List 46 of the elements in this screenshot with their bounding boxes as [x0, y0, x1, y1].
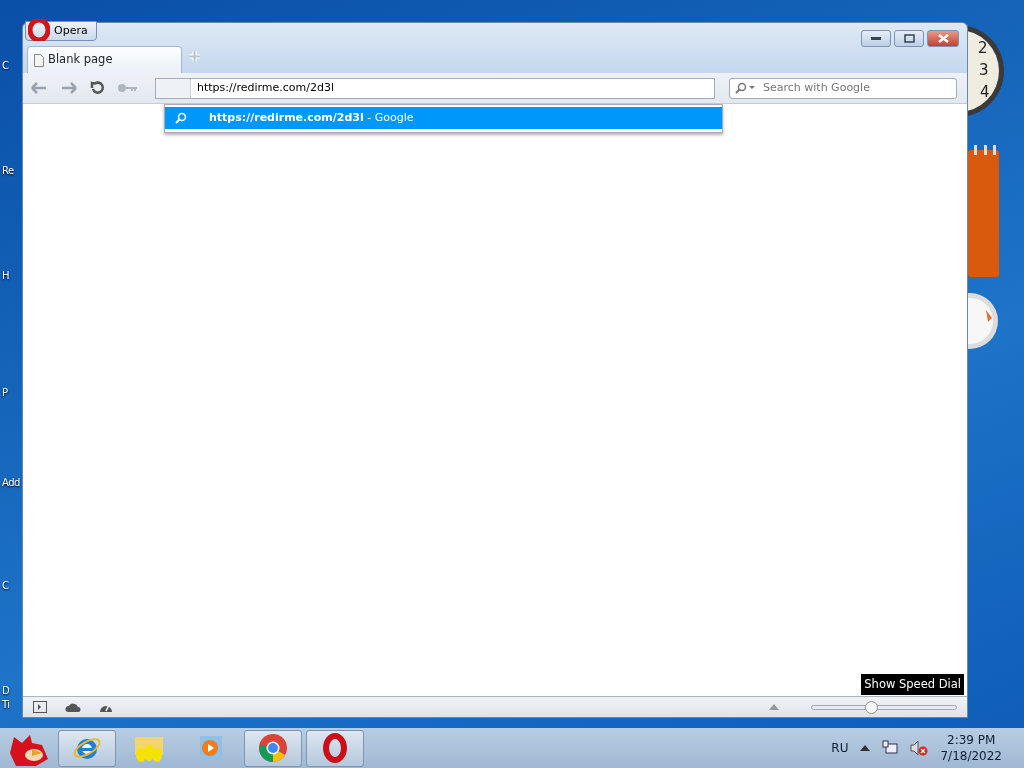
- back-icon[interactable]: [29, 81, 49, 95]
- maximize-icon: [903, 34, 915, 43]
- opera-icon: [320, 733, 350, 763]
- taskbar-app-button[interactable]: [58, 729, 116, 767]
- search-icon: [735, 82, 757, 94]
- desktop-icon-label[interactable]: H: [2, 268, 10, 283]
- forward-icon[interactable]: [59, 81, 79, 95]
- minimize-icon: [871, 36, 881, 41]
- clock-date[interactable]: 7/18/2022: [940, 748, 1002, 764]
- clock-number: 2: [978, 39, 988, 57]
- cloud-icon[interactable]: [65, 702, 81, 712]
- clock-time[interactable]: 2:39 PM: [940, 732, 1002, 748]
- browser-tab[interactable]: Blank page: [27, 46, 182, 73]
- desktop-icon-label[interactable]: C: [2, 578, 9, 593]
- up-arrow-icon[interactable]: [769, 703, 779, 710]
- language-indicator[interactable]: RU: [831, 739, 849, 757]
- desktop-icon-label[interactable]: D: [2, 683, 10, 698]
- search-icon: [175, 112, 187, 124]
- chrome-icon: [258, 733, 288, 763]
- page-icon: [34, 53, 44, 67]
- panel-toggle-icon[interactable]: [33, 701, 47, 713]
- network-icon[interactable]: [882, 740, 899, 756]
- site-info-button[interactable]: [156, 78, 191, 98]
- close-button[interactable]: [927, 30, 959, 47]
- desktop-icon-label[interactable]: C: [2, 58, 9, 73]
- minimize-button[interactable]: [861, 30, 891, 47]
- clock-number: 3: [979, 61, 989, 79]
- clock-number: 4: [980, 83, 990, 101]
- taskbar-app-button[interactable]: [306, 729, 364, 767]
- desktop-icon-label[interactable]: Add: [2, 475, 20, 490]
- desktop-icon-label[interactable]: P: [2, 385, 8, 400]
- slider-thumb[interactable]: [865, 700, 879, 714]
- reload-icon[interactable]: [89, 80, 107, 96]
- menu-button[interactable]: Opera: [25, 21, 97, 41]
- opera-logo-icon: [28, 19, 50, 41]
- search-box[interactable]: Search with Google: [729, 77, 957, 99]
- show-hidden-icons-icon[interactable]: [860, 745, 871, 751]
- media-player-icon: [198, 734, 224, 762]
- maximize-button[interactable]: [894, 30, 924, 47]
- close-icon: [937, 34, 949, 43]
- taskbar-app-button[interactable]: [244, 729, 302, 767]
- desktop-icon-label[interactable]: Ti: [2, 697, 10, 712]
- muted-speaker-icon[interactable]: [910, 740, 929, 756]
- tooltip: Show Speed Dial: [861, 673, 964, 695]
- address-bar[interactable]: https://redirme.com/2d3l: [155, 77, 715, 99]
- desktop-icon-label[interactable]: Re: [2, 163, 14, 178]
